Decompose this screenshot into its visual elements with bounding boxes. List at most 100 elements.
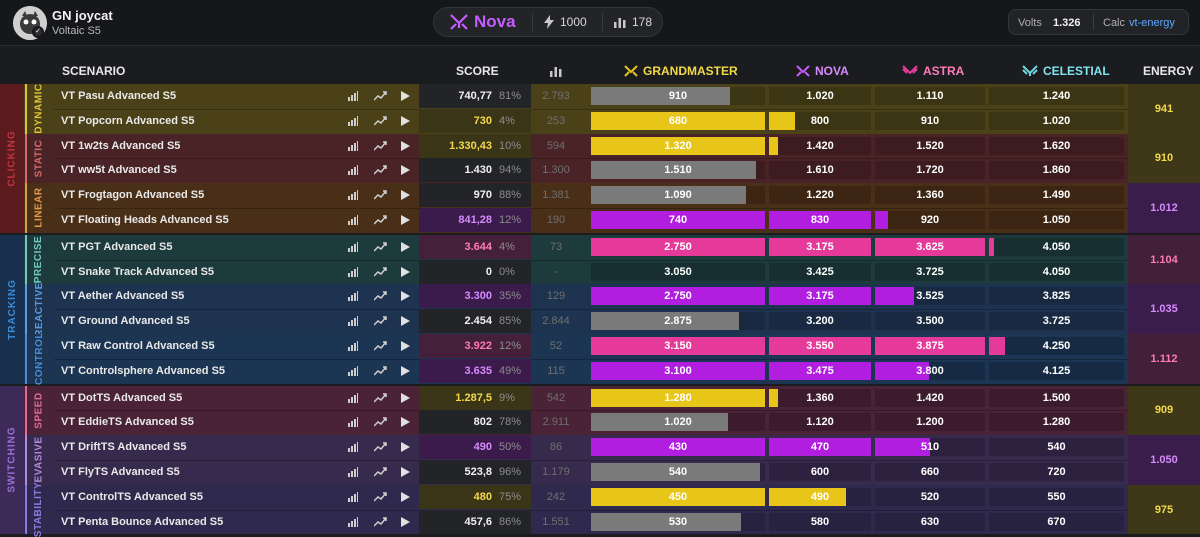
scenario-name[interactable]: VT Raw Control Advanced S5 — [61, 334, 341, 358]
table-row[interactable]: VT Floating Heads Advanced S5 841,28 12% 19… — [0, 208, 1200, 232]
stats-icon[interactable] — [348, 260, 360, 284]
trend-icon[interactable] — [374, 309, 388, 333]
trend-icon[interactable] — [374, 410, 388, 434]
scenario-name[interactable]: VT PGT Advanced S5 — [61, 235, 341, 259]
header-plays[interactable] — [550, 57, 562, 84]
table-row[interactable]: VT 1w2ts Advanced S5 1.330,43 10% 594 1.320 1… — [0, 133, 1200, 158]
table-row[interactable]: VT ControlTS Advanced S5 480 75% 242 450 490 5… — [0, 484, 1200, 509]
trend-icon[interactable] — [374, 208, 388, 232]
table-row[interactable]: VT Frogtagon Advanced S5 970 88% 1.381 1.090… — [0, 183, 1200, 208]
table-row[interactable]: VT Penta Bounce Advanced S5 457,6 86% 1.551… — [0, 509, 1200, 534]
stats-icon[interactable] — [348, 485, 360, 509]
trend-icon[interactable] — [374, 485, 388, 509]
stats-icon[interactable] — [348, 183, 360, 207]
scenario-name[interactable]: VT DriftTS Advanced S5 — [61, 435, 341, 459]
scenario-name[interactable]: VT DotTS Advanced S5 — [61, 386, 341, 410]
header-score[interactable]: SCORE — [456, 57, 499, 84]
play-icon[interactable] — [401, 334, 411, 358]
table-row[interactable]: VT Snake Track Advanced S5 0 0% - 3.050 3.425… — [0, 259, 1200, 284]
trend-icon[interactable] — [374, 334, 388, 358]
scenario-name[interactable]: VT 1w2ts Advanced S5 — [61, 134, 341, 158]
calc-value-select[interactable]: vt-energy — [1129, 17, 1175, 29]
trend-icon[interactable] — [374, 183, 388, 207]
trend-icon[interactable] — [374, 386, 388, 410]
play-icon[interactable] — [401, 386, 411, 410]
scenario-name[interactable]: VT Controlsphere Advanced S5 — [61, 359, 341, 383]
table-row[interactable]: VT Raw Control Advanced S5 3.922 12% 52 3.15… — [0, 334, 1200, 358]
trend-icon[interactable] — [374, 460, 388, 484]
play-icon[interactable] — [401, 260, 411, 284]
header-nova[interactable]: NOVA — [796, 57, 849, 84]
table-row[interactable]: VT ww5t Advanced S5 1.430 94% 1.300 1.510 1.6… — [0, 158, 1200, 183]
play-icon[interactable] — [401, 460, 411, 484]
trend-icon[interactable] — [374, 134, 388, 158]
play-icon[interactable] — [401, 158, 411, 182]
stats-icon[interactable] — [348, 284, 360, 308]
stats-icon[interactable] — [348, 359, 360, 383]
rank-summary[interactable]: Nova 1000 178 — [433, 7, 663, 37]
scenario-name[interactable]: VT Penta Bounce Advanced S5 — [61, 510, 341, 534]
play-icon[interactable] — [401, 435, 411, 459]
stats-icon[interactable] — [348, 134, 360, 158]
play-icon[interactable] — [401, 84, 411, 108]
play-icon[interactable] — [401, 359, 411, 383]
play-icon[interactable] — [401, 410, 411, 434]
trend-icon[interactable] — [374, 84, 388, 108]
table-row[interactable]: VT PGT Advanced S5 3.644 4% 73 2.750 3.175 3.6… — [0, 234, 1200, 259]
play-icon[interactable] — [401, 235, 411, 259]
stats-icon[interactable] — [348, 435, 360, 459]
table-row[interactable]: VT Aether Advanced S5 3.300 35% 129 2.750 3.1… — [0, 284, 1200, 309]
stats-icon[interactable] — [348, 386, 360, 410]
trend-icon[interactable] — [374, 284, 388, 308]
play-icon[interactable] — [401, 510, 411, 534]
header-celestial[interactable]: CELESTIAL — [1022, 57, 1110, 84]
header-grandmaster[interactable]: GRANDMASTER — [624, 57, 738, 84]
stats-icon[interactable] — [348, 410, 360, 434]
stats-icon[interactable] — [348, 158, 360, 182]
table-row[interactable]: VT DriftTS Advanced S5 490 50% 86 430 470 510 5… — [0, 435, 1200, 460]
trend-icon[interactable] — [374, 435, 388, 459]
calc-settings[interactable]: Volts 1.326 Calc vt-energy — [1008, 9, 1189, 35]
play-icon[interactable] — [401, 485, 411, 509]
scenario-name[interactable]: VT Ground Advanced S5 — [61, 309, 341, 333]
scenario-name[interactable]: VT Floating Heads Advanced S5 — [61, 208, 341, 232]
scenario-name[interactable]: VT Frogtagon Advanced S5 — [61, 183, 341, 207]
play-icon[interactable] — [401, 109, 411, 133]
header-scenario[interactable]: SCENARIO — [62, 57, 125, 84]
table-row[interactable]: VT Ground Advanced S5 2.454 85% 2.844 2.875 3… — [0, 309, 1200, 334]
stats-icon[interactable] — [348, 309, 360, 333]
scenario-name[interactable]: VT EddieTS Advanced S5 — [61, 410, 341, 434]
table-row[interactable]: VT Popcorn Advanced S5 730 4% 253 680 800 910 1… — [0, 108, 1200, 133]
trend-icon[interactable] — [374, 158, 388, 182]
header-astra[interactable]: ASTRA — [902, 57, 964, 84]
play-icon[interactable] — [401, 134, 411, 158]
trend-icon[interactable] — [374, 510, 388, 534]
scenario-name[interactable]: VT Snake Track Advanced S5 — [61, 260, 341, 284]
trend-icon[interactable] — [374, 109, 388, 133]
table-row[interactable]: VT FlyTS Advanced S5 523,8 96% 1.179 540 600 6… — [0, 460, 1200, 484]
stats-icon[interactable] — [348, 109, 360, 133]
stats-icon[interactable] — [348, 84, 360, 108]
stats-icon[interactable] — [348, 208, 360, 232]
table-row[interactable]: VT EddieTS Advanced S5 802 78% 2.911 1.020 1.… — [0, 410, 1200, 435]
scenario-name[interactable]: VT Popcorn Advanced S5 — [61, 109, 341, 133]
play-icon[interactable] — [401, 284, 411, 308]
stats-icon[interactable] — [348, 460, 360, 484]
trend-icon[interactable] — [374, 359, 388, 383]
play-icon[interactable] — [401, 183, 411, 207]
trend-icon[interactable] — [374, 260, 388, 284]
stats-icon[interactable] — [348, 334, 360, 358]
table-row[interactable]: VT Pasu Advanced S5 740,77 81% 2.793 910 1.02… — [0, 84, 1200, 108]
scenario-name[interactable]: VT ww5t Advanced S5 — [61, 158, 341, 182]
scenario-name[interactable]: VT ControlTS Advanced S5 — [61, 485, 341, 509]
play-icon[interactable] — [401, 208, 411, 232]
trend-icon[interactable] — [374, 235, 388, 259]
stats-icon[interactable] — [348, 510, 360, 534]
scenario-name[interactable]: VT Pasu Advanced S5 — [61, 84, 341, 108]
stats-icon[interactable] — [348, 235, 360, 259]
table-row[interactable]: VT Controlsphere Advanced S5 3.635 49% 115 3… — [0, 358, 1200, 383]
play-icon[interactable] — [401, 309, 411, 333]
scenario-name[interactable]: VT Aether Advanced S5 — [61, 284, 341, 308]
table-row[interactable]: VT DotTS Advanced S5 1.287,5 9% 542 1.280 1.3… — [0, 385, 1200, 410]
scenario-name[interactable]: VT FlyTS Advanced S5 — [61, 460, 341, 484]
